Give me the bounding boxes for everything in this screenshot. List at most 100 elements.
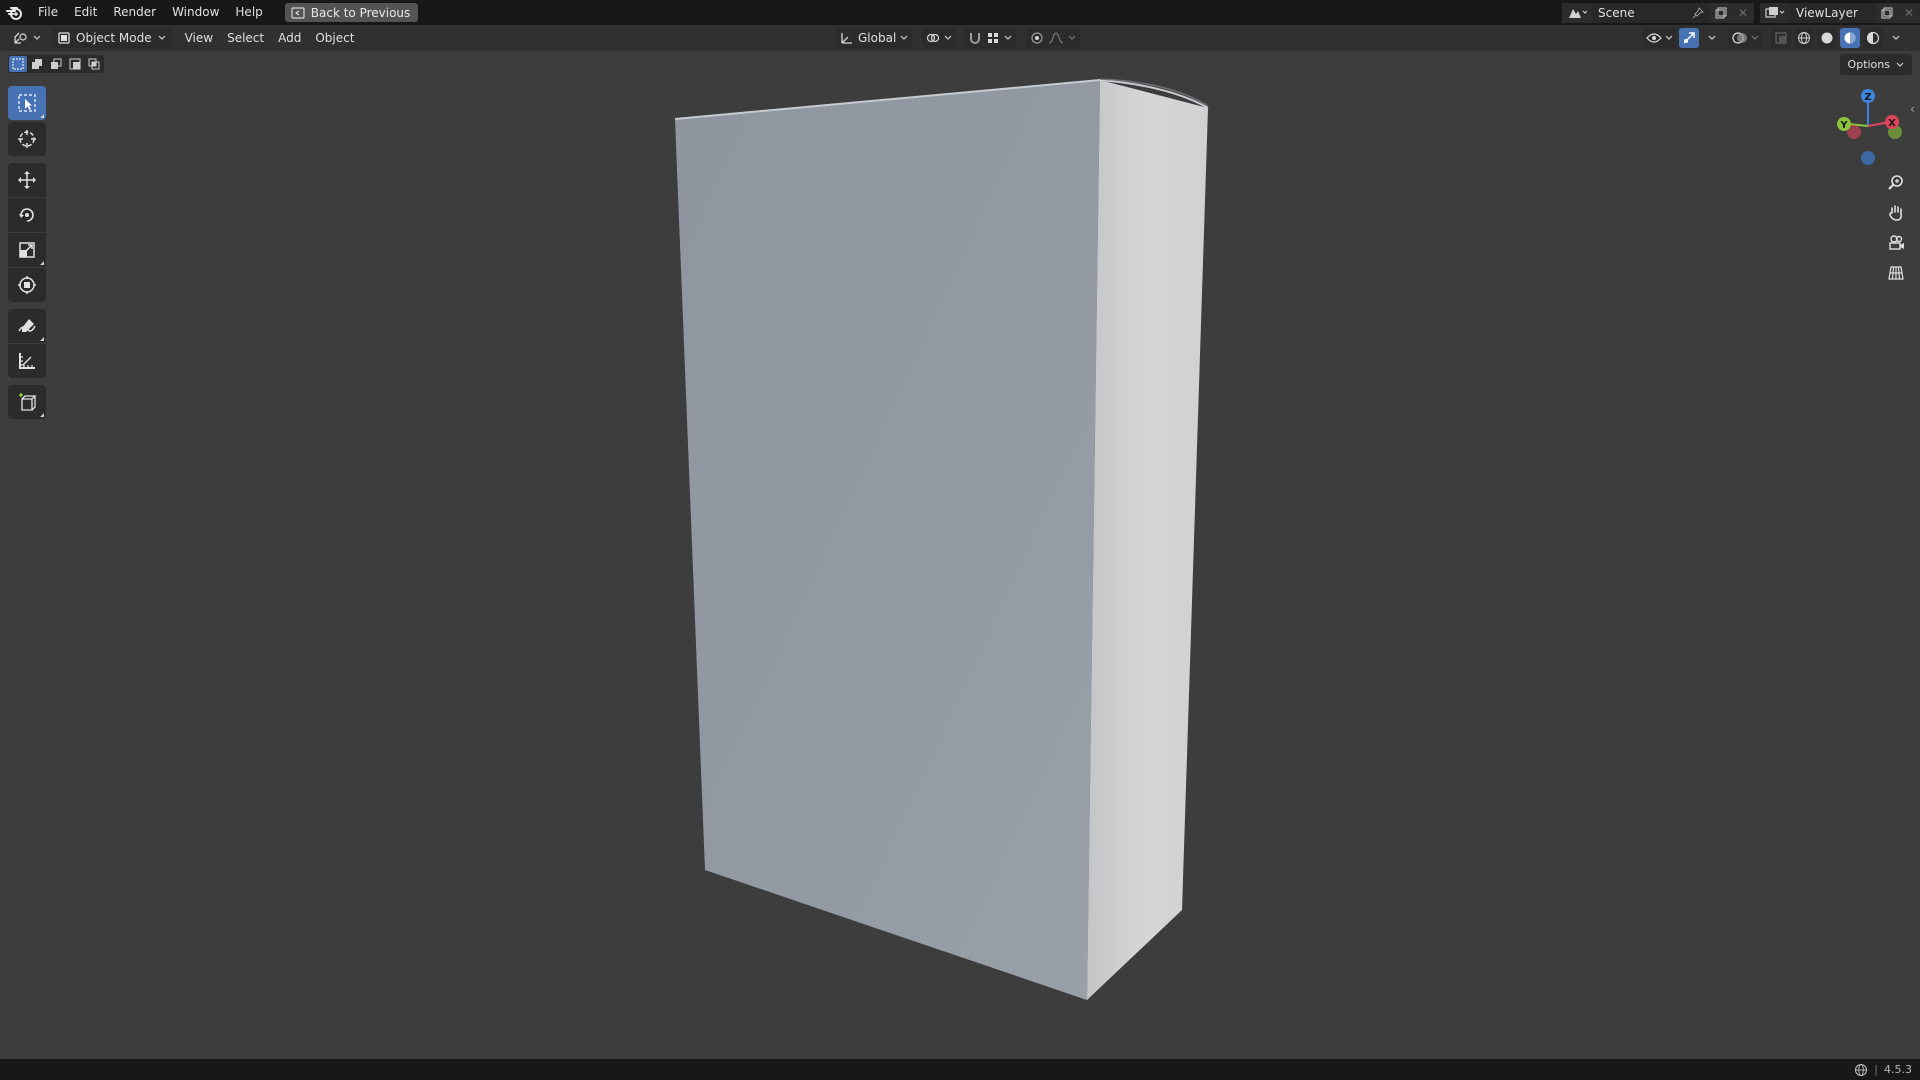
- status-separator: |: [1874, 1063, 1878, 1076]
- scale-icon: [19, 242, 35, 258]
- tool-select-box[interactable]: [8, 86, 46, 120]
- object-visibility-dropdown[interactable]: [1643, 28, 1676, 48]
- view-layer-name-field[interactable]: ViewLayer: [1790, 2, 1876, 23]
- xray-toggle[interactable]: [1771, 28, 1791, 48]
- menu-file[interactable]: File: [30, 0, 66, 25]
- tool-measure[interactable]: [8, 344, 46, 378]
- back-to-previous-label: Back to Previous: [310, 5, 411, 20]
- scene-browse-button[interactable]: [1562, 2, 1592, 23]
- gizmo-neg-z-dot[interactable]: [1861, 151, 1875, 165]
- viewport-3d[interactable]: [0, 51, 1920, 1059]
- zoom-magnifier-icon: [1888, 175, 1903, 190]
- chevron-down-icon: [1665, 35, 1673, 40]
- box-object[interactable]: [674, 78, 1209, 1000]
- add-cube-icon: [19, 393, 37, 411]
- pivot-point-dropdown[interactable]: [922, 28, 957, 48]
- show-gizmo-toggle[interactable]: [1679, 28, 1699, 48]
- select-invert-button[interactable]: [66, 56, 84, 72]
- status-bar: | 4.5.3: [0, 1059, 1920, 1080]
- tool-rotate[interactable]: [8, 198, 46, 232]
- tool-transform[interactable]: [8, 268, 46, 302]
- camera-icon: [1889, 235, 1904, 250]
- menu-help[interactable]: Help: [227, 0, 270, 25]
- solid-sphere-icon: [1821, 32, 1833, 44]
- editor-type-selector[interactable]: [6, 28, 48, 48]
- delete-scene-button[interactable]: ✕: [1732, 2, 1754, 23]
- delete-view-layer-button[interactable]: ✕: [1898, 2, 1920, 23]
- navigation-gizmo[interactable]: Y X Z: [1824, 82, 1920, 172]
- select-box-icon: [18, 94, 36, 112]
- chevron-down-icon: [900, 35, 908, 40]
- render-layers-icon: [1765, 6, 1785, 18]
- tool-annotate[interactable]: [8, 309, 46, 343]
- tool-scale[interactable]: [8, 233, 46, 267]
- menu-add[interactable]: Add: [271, 31, 308, 45]
- tool-move[interactable]: [8, 163, 46, 197]
- top-menu-bar: File Edit Render Window Help Back to Pre…: [0, 0, 1920, 25]
- box-front-face: [675, 80, 1100, 1000]
- menu-render[interactable]: Render: [105, 0, 164, 25]
- gizmo-z-label: Z: [1864, 92, 1871, 103]
- pin-icon[interactable]: [1692, 6, 1704, 19]
- chevron-down-icon: [944, 35, 952, 40]
- move-icon: [18, 171, 36, 189]
- proportional-editing-toggle[interactable]: [1026, 28, 1081, 48]
- select-new-icon: [12, 58, 24, 70]
- select-new-button[interactable]: [9, 56, 27, 72]
- shading-options-dropdown[interactable]: [1886, 28, 1906, 48]
- shading-solid-button[interactable]: [1817, 28, 1837, 48]
- view-layer-selector[interactable]: ViewLayer ✕: [1760, 2, 1920, 23]
- overlays-toggle[interactable]: [1729, 28, 1762, 48]
- new-scene-button[interactable]: [1710, 2, 1732, 23]
- scene-selector[interactable]: Scene ✕: [1562, 2, 1754, 23]
- chevron-down-icon: [33, 35, 41, 40]
- select-invert-icon: [69, 58, 81, 70]
- transform-orientation-dropdown[interactable]: Global: [836, 28, 913, 48]
- menu-edit[interactable]: Edit: [66, 0, 105, 25]
- perspective-toggle-button[interactable]: [1882, 259, 1910, 287]
- camera-view-button[interactable]: [1882, 229, 1910, 257]
- menu-select[interactable]: Select: [220, 31, 271, 45]
- menu-window[interactable]: Window: [164, 0, 227, 25]
- menu-view[interactable]: View: [178, 31, 220, 45]
- tool-cursor[interactable]: [8, 122, 46, 156]
- object-mode-dropdown[interactable]: Object Mode: [52, 28, 172, 48]
- select-extend-button[interactable]: [28, 56, 46, 72]
- chevron-down-icon: [158, 35, 166, 40]
- xray-icon: [1775, 32, 1787, 44]
- zoom-button[interactable]: [1882, 169, 1910, 197]
- pan-button[interactable]: [1882, 199, 1910, 227]
- scene-name-field[interactable]: Scene: [1592, 2, 1710, 23]
- select-intersect-button[interactable]: [85, 56, 103, 72]
- chevron-down-icon: [1896, 62, 1904, 67]
- gizmo-icon: [1683, 32, 1695, 44]
- back-to-previous-button[interactable]: Back to Previous: [284, 3, 419, 22]
- tool-add-cube[interactable]: [8, 385, 46, 419]
- grid-perspective-icon: [1888, 266, 1904, 280]
- snapping-toggle[interactable]: [964, 28, 1017, 48]
- tool-shelf: [8, 86, 48, 420]
- viewport-display-tools: [1643, 28, 1906, 48]
- view-layer-browse-button[interactable]: [1760, 2, 1790, 23]
- proportional-edit-icon: [1031, 32, 1043, 44]
- blender-logo-icon[interactable]: [0, 0, 30, 25]
- select-subtract-button[interactable]: [47, 56, 65, 72]
- shading-rendered-button[interactable]: [1863, 28, 1883, 48]
- chevron-down-icon: [1751, 35, 1759, 40]
- cursor-icon: [18, 130, 36, 148]
- transform-tools: Global: [836, 28, 1081, 48]
- ruler-icon: [19, 353, 35, 369]
- gizmo-options-dropdown[interactable]: [1702, 28, 1722, 48]
- shading-material-button[interactable]: [1840, 28, 1860, 48]
- new-view-layer-button[interactable]: [1876, 2, 1898, 23]
- sidebar-toggle-arrow[interactable]: ‹: [1910, 102, 1915, 116]
- orientation-global-icon: [841, 33, 852, 44]
- select-extend-icon: [32, 59, 42, 69]
- chevron-down-icon: [1892, 35, 1900, 40]
- shading-wireframe-button[interactable]: [1794, 28, 1814, 48]
- options-label: Options: [1847, 58, 1890, 71]
- options-dropdown[interactable]: Options: [1839, 54, 1912, 75]
- chevron-down-icon: [1708, 35, 1716, 40]
- chevron-down-icon: [1004, 35, 1012, 40]
- menu-object[interactable]: Object: [308, 31, 361, 45]
